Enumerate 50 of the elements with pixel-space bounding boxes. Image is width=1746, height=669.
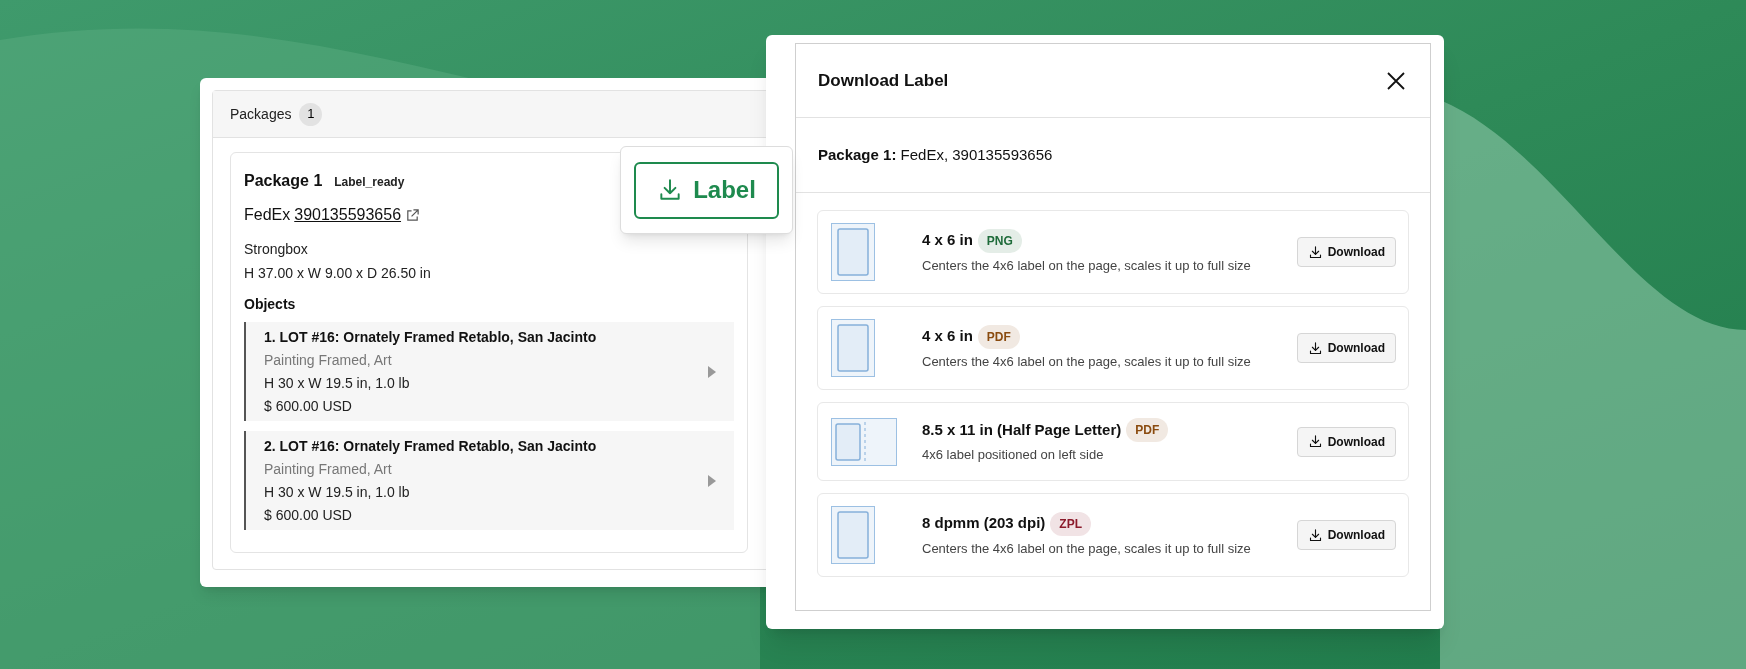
count-badge: 1 (299, 102, 323, 126)
download-button[interactable]: Download (1296, 237, 1396, 267)
option-description: Centers the 4x6 label on the page, scales it up to full size (922, 256, 1252, 275)
option-description: 4x6 label positioned on left side (922, 446, 1105, 464)
option-title: 4 x 6 in (922, 326, 973, 347)
close-icon (1386, 70, 1406, 91)
object-price: $ 600.00 USD (264, 396, 353, 416)
format-badge: PDF (1126, 418, 1169, 442)
object-row[interactable]: 2. LOT #16: Ornately Framed Retablo, San Jacinto Painting Framed, Art H 30 x W 19.5 in, 1.0 lb $ 600.00 USD (244, 431, 734, 530)
format-badge: PDF (977, 324, 1020, 349)
object-row[interactable]: 1. LOT #16: Ornately Framed Retablo, San Jacinto Painting Framed, Art H 30 x W 19.5 in, 1.0 lb $ 600.00 USD (244, 322, 734, 421)
status-text: Label_ready (334, 174, 405, 191)
object-title: 1. LOT #16: Ornately Framed Retablo, San Jacinto (264, 327, 598, 347)
carrier-text: FedEx (244, 205, 291, 225)
option-title: 8.5 x 11 in (Half Page Letter) (922, 419, 1122, 440)
label-preview-drawing (831, 223, 875, 281)
format-badge: ZPL (1050, 511, 1092, 536)
download-button[interactable]: Download (1296, 333, 1396, 363)
object-category: Painting Framed, Art (264, 350, 393, 370)
package-name: Package 1 (244, 171, 323, 191)
tracking-link[interactable]: 390135593656 (294, 203, 402, 227)
download-button[interactable]: Download (1296, 426, 1396, 457)
label-preview-drawing (831, 319, 875, 377)
download-icon (1307, 244, 1323, 260)
download-icon (1307, 340, 1323, 356)
option-description: Centers the 4x6 label on the page, scales it up to full size (922, 352, 1252, 371)
option-title: 4 x 6 in (922, 230, 973, 251)
object-size: H 30 x W 19.5 in, 1.0 lb (264, 373, 411, 393)
objects-heading: Objects (244, 295, 297, 314)
label-preview-drawing (831, 417, 897, 466)
chevron-right-icon (708, 365, 716, 378)
download-icon (1307, 434, 1323, 449)
panel-title: Packages (230, 104, 292, 124)
object-category: Painting Framed, Art (264, 459, 393, 479)
label-button[interactable]: Label (634, 161, 779, 219)
chevron-right-icon (708, 474, 716, 487)
download-button[interactable]: Download (1296, 520, 1396, 550)
object-title: 2. LOT #16: Ornately Framed Retablo, San Jacinto (264, 436, 598, 456)
label-preview-drawing (831, 506, 875, 564)
object-price: $ 600.00 USD (264, 505, 353, 525)
package-summary: Package 1: FedEx, 390135593656 (818, 144, 1053, 165)
object-size: H 30 x W 19.5 in, 1.0 lb (264, 482, 411, 502)
dialog-title: Download Label (818, 69, 949, 92)
option-description: Centers the 4x6 label on the page, scales it up to full size (922, 539, 1252, 558)
box-dimensions: H 37.00 x W 9.00 x D 26.50 in (244, 264, 432, 283)
option-title: 8 dpmm (203 dpi) (922, 513, 1046, 534)
format-badge: PNG (977, 228, 1022, 253)
download-icon (1307, 527, 1323, 543)
box-name: Strongbox (244, 240, 309, 259)
external-link-icon (405, 207, 421, 223)
